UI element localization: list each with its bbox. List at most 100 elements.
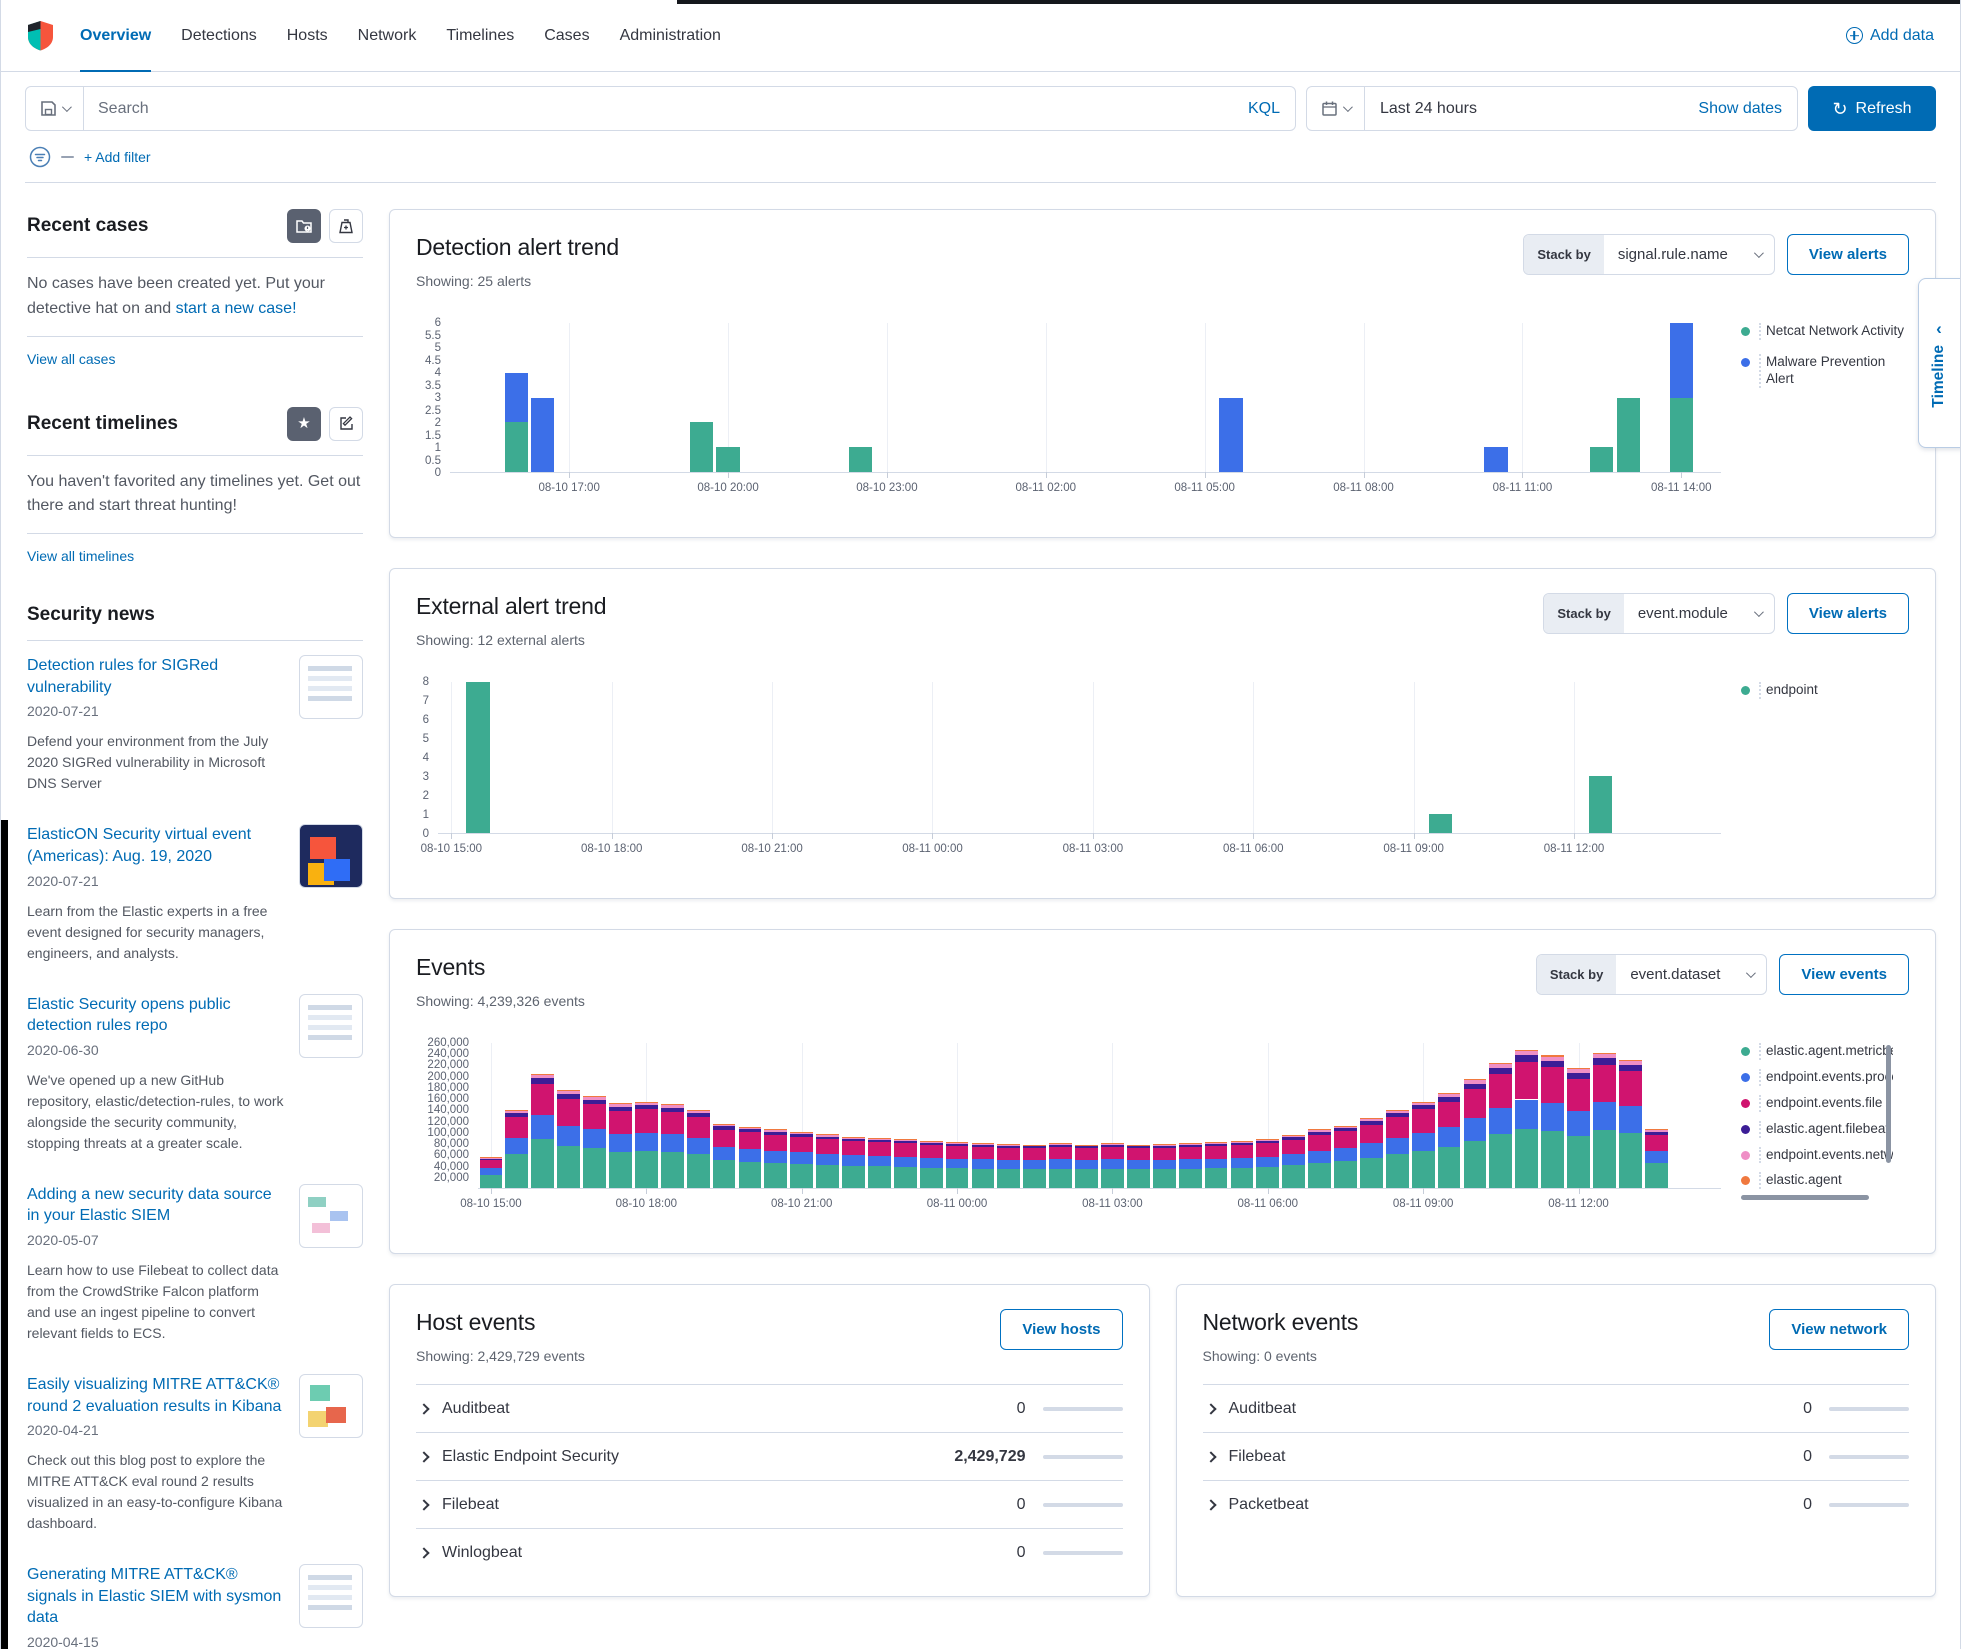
bar-segment <box>1567 1068 1590 1070</box>
legend-vertical-scrollbar[interactable] <box>1886 1045 1891 1163</box>
bar-segment <box>689 422 714 472</box>
nav-tab-hosts[interactable]: Hosts <box>287 0 328 72</box>
y-axis-label: 3 <box>422 771 429 783</box>
show-dates-button[interactable]: Show dates <box>1698 100 1797 118</box>
chevron-right-icon[interactable] <box>1204 1402 1217 1415</box>
bar-segment <box>867 1138 891 1140</box>
y-axis-label: 2 <box>434 417 441 429</box>
bar-segment <box>1411 1132 1435 1151</box>
bar-segment <box>1178 1143 1202 1146</box>
chevron-right-icon[interactable] <box>418 1498 430 1511</box>
date-quick-select-button[interactable] <box>1307 87 1365 130</box>
host-events-panel: Host events Showing: 2,429,729 events Vi… <box>389 1284 1150 1597</box>
nav-tab-administration[interactable]: Administration <box>620 0 721 72</box>
view-all-cases-link[interactable]: View all cases <box>27 351 115 367</box>
view-network-button[interactable]: View network <box>1769 1309 1909 1350</box>
external-stack-by-select[interactable]: Stack by event.module <box>1543 593 1775 634</box>
news-title-link[interactable]: Generating MITRE ATT&CK® signals in Elas… <box>27 1564 285 1629</box>
chevron-right-icon[interactable] <box>1204 1498 1217 1511</box>
bar-segment <box>1256 1156 1280 1167</box>
x-tick-gridline <box>886 323 888 478</box>
add-data-button[interactable]: Add data <box>1845 27 1934 45</box>
favorite-timelines-button[interactable]: ★ <box>287 406 321 441</box>
y-axis-label: 80,000 <box>433 1138 469 1151</box>
legend-item[interactable]: endpoint.events.file <box>1741 1094 1909 1112</box>
view-alerts-button[interactable]: View alerts <box>1786 593 1909 634</box>
news-title-link[interactable]: Detection rules for SIGRed vulnerability <box>27 655 285 698</box>
legend-item[interactable]: Netcat Network Activity <box>1741 323 1909 340</box>
bar-segment <box>971 1168 995 1188</box>
search-input[interactable] <box>84 99 1248 118</box>
view-all-timelines-link[interactable]: View all timelines <box>27 548 134 564</box>
timeline-flyout-toggle[interactable]: ‹ Timeline <box>1918 278 1960 448</box>
legend-item[interactable]: endpoint <box>1741 682 1909 699</box>
events-showing-count: Showing: 4,239,326 events <box>416 993 585 1009</box>
legend-item[interactable]: elastic.agent.metricbeat <box>1741 1043 1909 1060</box>
nav-tab-overview[interactable]: Overview <box>80 0 152 72</box>
bar-segment <box>1204 1158 1228 1169</box>
view-alerts-button[interactable]: View alerts <box>1786 234 1909 275</box>
bar-segment <box>1437 1147 1461 1188</box>
events-stack-by-select[interactable]: Stack by event.dataset <box>1535 954 1768 995</box>
row-progress-bar <box>1829 1502 1909 1507</box>
news-title-link[interactable]: Easily visualizing MITRE ATT&CK® round 2… <box>27 1374 285 1417</box>
bar-segment <box>1178 1168 1202 1188</box>
legend-horizontal-scrollbar[interactable] <box>1741 1195 1869 1200</box>
add-filter-button[interactable]: + Add filter <box>84 149 151 165</box>
news-title-link[interactable]: Adding a new security data source in you… <box>27 1184 285 1227</box>
bar-segment <box>867 1155 891 1167</box>
chevron-right-icon[interactable] <box>418 1402 430 1415</box>
row-count: 0 <box>1016 1495 1026 1513</box>
nav-tabs: Overview Detections Hosts Network Timelines C… <box>80 0 721 72</box>
bar-segment <box>505 1154 529 1188</box>
bar-segment <box>660 1134 684 1153</box>
chevron-right-icon[interactable] <box>1204 1450 1217 1463</box>
news-title-link[interactable]: Elastic Security opens public detection … <box>27 994 285 1037</box>
date-range-value[interactable]: Last 24 hours <box>1365 100 1477 118</box>
start-new-case-link[interactable]: start a new case! <box>176 300 297 317</box>
bar-segment <box>1308 1129 1331 1131</box>
bar-segment <box>1463 1080 1487 1084</box>
news-thumbnail[interactable] <box>299 1373 363 1438</box>
bar-segment <box>583 1104 606 1130</box>
news-thumbnail[interactable] <box>299 993 363 1058</box>
chevron-right-icon[interactable] <box>418 1546 430 1559</box>
news-thumbnail[interactable] <box>299 824 363 889</box>
nav-tab-detections[interactable]: Detections <box>181 0 257 72</box>
x-axis-label: 08-11 08:00 <box>1333 482 1394 494</box>
view-events-button[interactable]: View events <box>1779 954 1909 995</box>
legend-item[interactable]: endpoint.events.network <box>1741 1146 1909 1164</box>
bar-segment <box>1152 1169 1176 1188</box>
nav-tab-cases[interactable]: Cases <box>544 0 589 72</box>
saved-query-menu-button[interactable] <box>26 87 84 130</box>
legend-item[interactable]: elastic.agent.filebeat <box>1741 1120 1909 1138</box>
bar-segment <box>867 1142 891 1156</box>
legend-item[interactable]: Malware Prevention Alert <box>1741 353 1909 388</box>
bar-segment <box>1644 1129 1668 1131</box>
legend-item[interactable]: endpoint.events.process <box>1741 1068 1909 1086</box>
news-thumbnail[interactable] <box>299 655 363 720</box>
view-hosts-button[interactable]: View hosts <box>1000 1309 1123 1350</box>
refresh-button[interactable]: ↻ Refresh <box>1808 86 1936 131</box>
news-title-link[interactable]: ElasticON Security virtual event (Americ… <box>27 824 285 867</box>
y-axis-label: 2 <box>422 790 429 802</box>
chevron-right-icon[interactable] <box>418 1450 430 1463</box>
bar-segment <box>1411 1109 1435 1133</box>
y-axis-label: 1.5 <box>425 429 441 442</box>
news-thumbnail[interactable] <box>299 1564 363 1629</box>
nav-tab-network[interactable]: Network <box>358 0 417 72</box>
legend-item[interactable]: elastic.agent <box>1741 1172 1909 1190</box>
detection-stack-by-select[interactable]: Stack by signal.rule.name <box>1523 234 1775 275</box>
nav-tab-timelines[interactable]: Timelines <box>446 0 514 72</box>
filter-icon[interactable] <box>29 146 51 168</box>
y-axis-label: 4 <box>434 367 441 379</box>
recently-reported-cases-button[interactable] <box>329 209 363 243</box>
detection-panel-title: Detection alert trend <box>416 234 619 260</box>
news-thumbnail[interactable] <box>299 1183 363 1248</box>
recently-updated-timelines-button[interactable] <box>329 406 363 441</box>
bar-segment <box>848 447 873 472</box>
kql-button[interactable]: KQL <box>1248 100 1295 118</box>
bar-segment <box>505 1113 529 1117</box>
bar-segment <box>1644 1130 1668 1132</box>
recently-created-cases-button[interactable] <box>287 209 321 243</box>
